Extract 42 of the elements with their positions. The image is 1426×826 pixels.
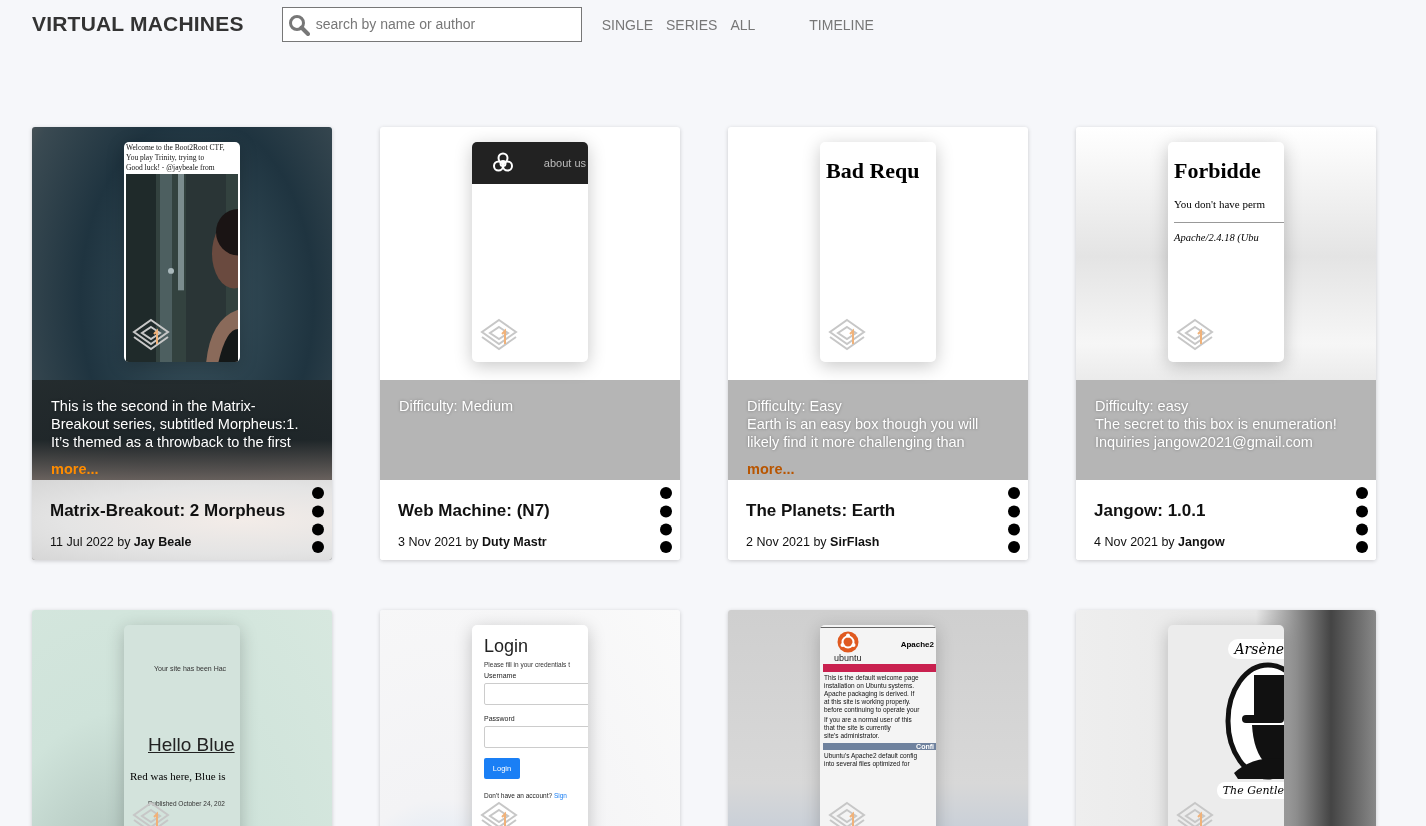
thumbnail-heading: Forbidde [1173,157,1262,184]
thumbnail-heading: Hello Blue [147,733,236,756]
thumbnail-text: Arsène [1228,639,1284,659]
machine-description: Difficulty: Medium [399,397,515,415]
thumbnail-text: about us [543,157,586,169]
machine-title[interactable]: Jangow: 1.0.1 [1094,501,1225,521]
filter-link[interactable]: SINGLE [601,17,653,33]
search-field[interactable]: search by name or author [281,6,582,42]
thumbnail-text: Apache/2.4.18 (Ubu [1172,231,1260,243]
machine-description: Difficulty: easy The secret to this box is enumeration! Inquiries jangow2021@gmail.com [1095,397,1338,451]
vm-card[interactable] [32,127,332,560]
filter-link[interactable]: ALL [730,17,756,33]
thumbnail-heading: Bad Requ [825,157,921,184]
machine-title[interactable]: Matrix-Breakout: 2 Morpheus [50,501,286,521]
thumbnail-heading: Login [483,635,530,657]
filter-link[interactable]: SERIES [666,17,718,33]
more-options-icon[interactable] [1008,487,1020,553]
vm-card[interactable]: about us Difficulty: Medium Web Machine: (N7) 3 Nov 2021 by Duty Mastr [380,127,680,560]
machine-description: This is the second in the Matrix- Breakout series, subtitled Morpheus:1. It’s themed as a throwback to the first [51,397,300,451]
thumbnail-text: You don't have perm [1173,197,1266,210]
nav-link[interactable]: TIMELINE [809,17,874,33]
logo-icon [836,631,859,653]
search-icon [287,13,310,36]
vm-card[interactable]: Forbidde You don't have perm Apache/2.4.18 (Ubu Difficulty: easy The secret to this box is enumeration! Inquiries jangow2021@gmail.com Jangow: 1.0.1 4 Nov 2021 by Jangow [1076,127,1376,560]
release-info: 4 Nov 2021 by Jangow [1094,535,1225,549]
release-info: 3 Nov 2021 by Duty Mastr [398,535,548,549]
thumbnail-text: Red was here, Blue is [129,769,227,782]
more-options-icon[interactable] [660,487,672,553]
vm-card[interactable]: Bad Requ Difficulty: Easy Earth is an easy box though you will likely find it more challenging than more... The Planets: Earth 2 Nov 2021 by SirFlash [728,127,1028,560]
vm-card[interactable]: Arsène The Gentle [1076,610,1376,826]
thumbnail-text: The Gentle [1216,782,1284,799]
machine-description: Difficulty: Easy Earth is an easy box though you will likely find it more challenging than [747,397,980,451]
release-info: 2 Nov 2021 by SirFlash [746,535,881,549]
more-options-icon[interactable] [1356,487,1368,553]
page-title: VIRTUAL MACHINES [32,12,244,36]
more-options-icon[interactable] [312,487,324,553]
biohazard-icon [492,152,514,174]
release-info: 11 Jul 2022 by Jay Beale [50,535,193,549]
machine-title[interactable]: The Planets: Earth [746,501,896,521]
thumbnail-heading: Apache2 [900,639,934,651]
machine-title[interactable]: Web Machine: (N7) [398,501,550,521]
thumbnail-text: ubuntu [834,653,862,663]
